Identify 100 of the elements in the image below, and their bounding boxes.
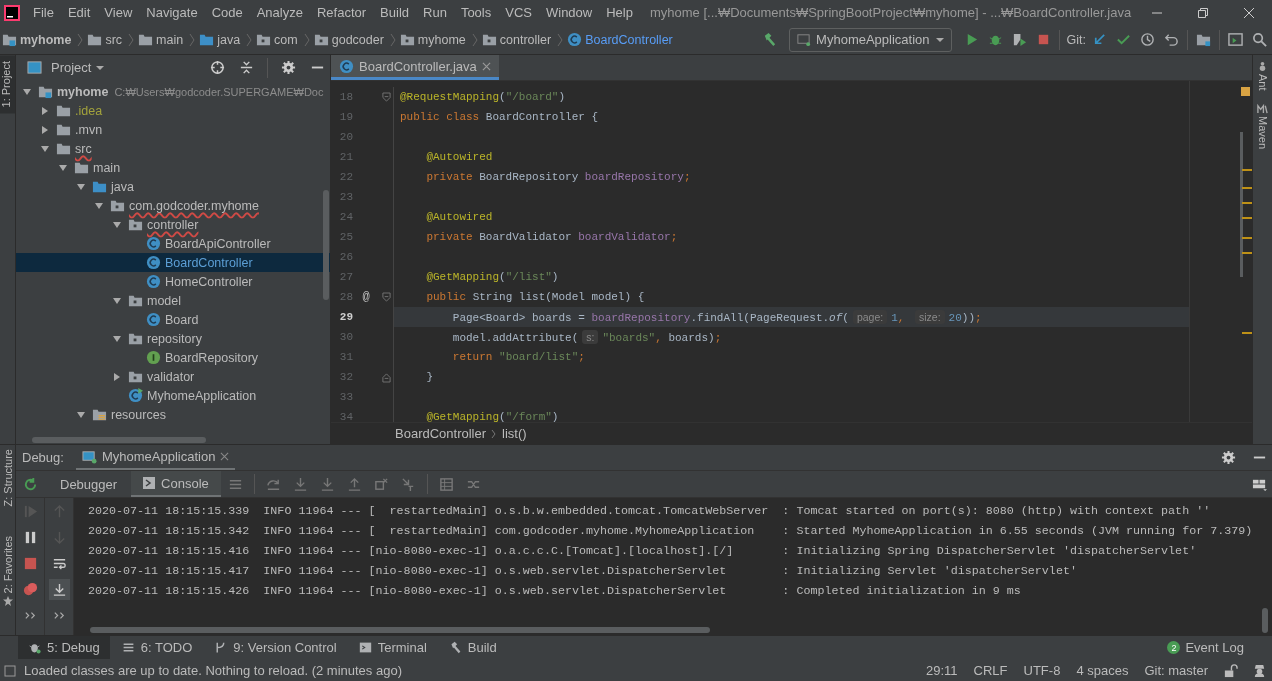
line-number: 27 [338,271,353,283]
tree-item[interactable]: repository [16,329,330,348]
tree-item-label: main [93,160,121,175]
tree-item-label: src [75,141,92,156]
tree-item[interactable]: src [16,139,330,158]
debug-tab[interactable]: Console [131,471,221,497]
code-line: public class BoardController { [399,110,600,125]
tree-item-label: com.godcoder.myhome [129,198,259,213]
menu-item[interactable]: File [26,5,61,20]
status-item[interactable]: 4 spaces [1076,663,1129,678]
tree-item[interactable]: myhome C:₩Users₩godcoder.SUPERGAME₩Doc [16,82,330,101]
menu-item[interactable]: View [97,5,140,20]
menu-item[interactable]: Run [416,5,454,20]
console-line: 2020-07-11 18:15:15.416 INFO 11964 --- [nio-8080-exec-1] o.a.c.c.C.[Tomcat].[localhost].[/] : Initializing Spring DispatcherServlet 'dispatcherServlet' [88,543,1198,560]
side-tab[interactable]: 2: Favorites [1,536,14,594]
breadcrumb-item[interactable]: BoardController [395,426,487,441]
tree-item-label: Board [165,312,199,327]
tree-item-label: .mvn [75,122,103,137]
status-item[interactable]: UTF-8 [1023,663,1061,678]
tree-item[interactable]: java [16,177,330,196]
breadcrumb-item[interactable]: main [156,32,184,47]
status-item[interactable]: 29:11 [926,663,958,678]
code-line: private BoardValidator boardValidator; [425,230,679,245]
tree-item[interactable]: controller [16,215,330,234]
tool-window-tab[interactable]: Build [438,636,507,659]
breadcrumb-item[interactable]: godcoder [331,32,384,47]
run-configuration-dropdown[interactable]: MyhomeApplication [789,27,952,52]
menu-item[interactable]: VCS [498,5,539,20]
tree-item[interactable]: Board [16,310,330,329]
tree-item[interactable]: resources [16,405,330,424]
line-number: 18 [338,91,353,103]
breadcrumb-item[interactable]: BoardController [585,32,673,47]
gutter-marker[interactable]: @ [362,290,370,304]
line-number: 29 [338,311,353,323]
code-line: @Autowired [425,150,494,165]
breadcrumb-item[interactable]: java [217,32,241,47]
status-item[interactable]: Git: master [1144,663,1208,678]
tree-item-label: java [111,179,134,194]
menu-item[interactable]: Help [599,5,640,20]
event-log-tab[interactable]: 2 Event Log [1167,640,1244,655]
menu-item[interactable]: Navigate [139,5,205,20]
breadcrumb-item[interactable]: myhome [417,32,466,47]
line-number: 30 [338,331,353,343]
menu-item[interactable]: Edit [60,5,98,20]
tree-item-label: model [147,293,182,308]
tree-item[interactable]: BoardRepository [16,348,330,367]
debug-tab[interactable]: Debugger [48,471,130,497]
menu-item[interactable]: Code [204,5,250,20]
tree-item[interactable]: com.godcoder.myhome [16,196,330,215]
tree-item[interactable]: BoardApiController [16,234,330,253]
panel-title[interactable]: Project [51,60,92,75]
console-line: 2020-07-11 18:15:15.339 INFO 11964 --- [ restartedMain] o.s.b.w.embedded.tomcat.TomcatWebServer : Tomcat started on port(s): 8080 (http) with context path '' [88,503,1212,520]
line-number: 26 [338,251,353,263]
console-line: 2020-07-11 18:15:15.342 INFO 11964 --- [ restartedMain] com.godcoder.myhome.MyhomeApplication : Started MyhomeApplication in 6.55 seconds (JVM running for 7.379) [88,523,1254,540]
line-number: 21 [338,151,353,163]
breadcrumb-item[interactable]: controller [499,32,552,47]
code-line: @GetMapping("/form") [425,410,560,422]
breadcrumb-item[interactable]: com [274,32,298,47]
tool-window-tab[interactable]: Terminal [348,636,437,659]
tree-item[interactable]: validator [16,367,330,386]
tree-item[interactable]: .idea [16,101,330,120]
side-tab[interactable]: Z: Structure [1,449,14,507]
tree-item[interactable]: model [16,291,330,310]
code-line: model.addAttribute( s: "boards", boards); [451,329,723,346]
breadcrumb-item[interactable]: myhome [20,32,72,47]
menu-item[interactable]: Analyze [249,5,310,20]
menu-item[interactable]: Tools [453,5,499,20]
tree-item-label: controller [147,217,199,232]
code-line: } [425,370,434,385]
line-number: 32 [338,371,353,383]
breadcrumb-item[interactable]: src [105,32,123,47]
menu-item[interactable]: Window [538,5,600,20]
breadcrumb-item[interactable]: list() [502,426,527,441]
panel-title: Debug: [22,450,64,465]
tree-item-label: MyhomeApplication [147,388,257,403]
status-item[interactable]: CRLF [973,663,1008,678]
line-number: 22 [338,171,353,183]
tree-item[interactable]: .mvn [16,120,330,139]
tree-item-label: .idea [75,103,103,118]
console-line: 2020-07-11 18:15:15.426 INFO 11964 --- [nio-8080-exec-1] o.s.web.servlet.DispatcherServlet : Completed initialization in 9 ms [88,583,1022,600]
tool-window-tab[interactable]: 5: Debug [18,636,110,659]
side-tab[interactable]: Maven [1256,102,1269,149]
tree-item[interactable]: BoardController [16,253,330,272]
tree-item[interactable]: MyhomeApplication [16,386,330,405]
tree-item-label: validator [147,369,195,384]
line-number: 34 [338,411,353,422]
line-number: 31 [338,351,353,363]
line-number: 19 [338,111,353,123]
tree-item[interactable]: main [16,158,330,177]
editor-tab[interactable]: BoardController.java [331,55,499,80]
status-message: Loaded classes are up to date. Nothing to reload. (2 minutes ago) [24,663,402,678]
code-line: @Autowired [425,210,494,225]
menu-item[interactable]: Build [373,5,416,20]
menu-item[interactable]: Refactor [309,5,374,20]
tree-item[interactable]: HomeController [16,272,330,291]
tool-window-tab[interactable]: 9: Version Control [204,636,347,659]
tool-window-tab[interactable]: 6: TODO [111,636,203,659]
side-tab[interactable]: Ant [1256,61,1269,91]
code-line: return "board/list"; [451,350,586,365]
side-tab[interactable]: 1: Project [0,55,15,114]
